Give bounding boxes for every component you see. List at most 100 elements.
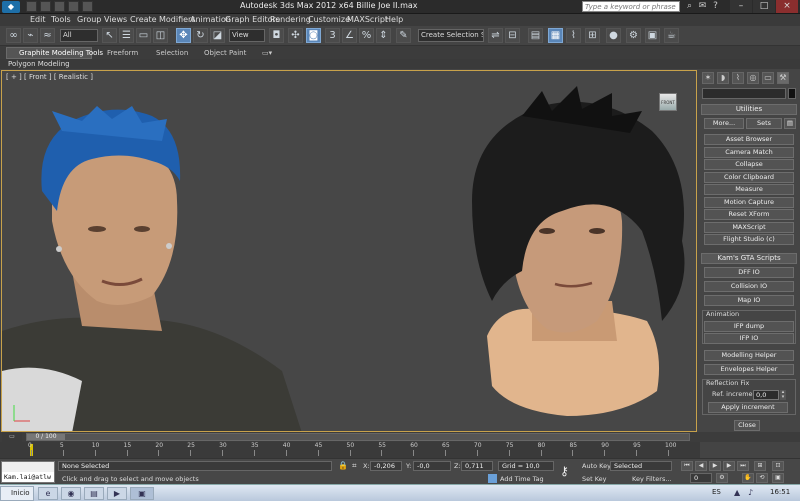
motion-capture-button[interactable]: Motion Capture (704, 197, 794, 208)
ifp-io-button[interactable]: IFP IO (704, 333, 794, 344)
maxscript-listener-mini[interactable]: Kam.lai@atlw (1, 461, 55, 483)
dff-io-button[interactable]: DFF IO (704, 267, 794, 278)
app-logo-icon[interactable]: ◆ (2, 1, 20, 13)
gta-scripts-rollout-header[interactable]: Kam's GTA Scripts (701, 253, 797, 264)
help-icon[interactable]: ? (710, 1, 721, 12)
ifp-dump-button[interactable]: IFP dump (704, 321, 794, 332)
previous-frame-icon[interactable]: ◀ (695, 461, 707, 471)
tab-selection[interactable]: Selection (156, 48, 188, 58)
maxscript-button[interactable]: MAXScript (704, 222, 794, 233)
percent-snap-icon[interactable]: % (359, 28, 374, 43)
map-io-button[interactable]: Map IO (704, 295, 794, 306)
asset-browser-button[interactable]: Asset Browser (704, 134, 794, 145)
select-and-move-icon[interactable]: ✥ (176, 28, 191, 43)
tab-object-paint[interactable]: Object Paint (204, 48, 246, 58)
time-slider[interactable]: 0 / 100 (26, 433, 690, 441)
viewcube[interactable]: FRONT (659, 93, 677, 111)
select-and-rotate-icon[interactable]: ↻ (193, 28, 208, 43)
select-manipulate-icon[interactable]: ✣ (288, 28, 303, 43)
menu-views[interactable]: Views (104, 14, 127, 26)
schematic-view-icon[interactable]: ⊞ (585, 28, 600, 43)
spinner-arrows-icon[interactable]: ▴ ▾ (780, 390, 786, 400)
close-rollout-button[interactable]: Close (734, 420, 760, 431)
ribbon-options-icon[interactable]: ▭▾ (262, 48, 272, 58)
time-tag-icon[interactable] (488, 474, 497, 483)
flight-studio-button[interactable]: Flight Studio (c) (704, 234, 794, 245)
collapse-button[interactable]: Collapse (704, 159, 794, 170)
utilities-tab-icon[interactable]: ⚒ (777, 72, 789, 84)
close-window-button[interactable]: × (776, 0, 798, 13)
modelling-helper-button[interactable]: Modelling Helper (704, 350, 794, 361)
save-file-icon[interactable] (54, 1, 65, 12)
render-setup-icon[interactable]: ⚙ (626, 28, 641, 43)
panel-polygon-modeling[interactable]: Polygon Modeling (8, 59, 70, 69)
menu-customize[interactable]: Customize (308, 14, 350, 26)
mini-curve-editor-icon[interactable]: ▭ (2, 432, 22, 442)
new-file-icon[interactable] (26, 1, 37, 12)
auto-key-button[interactable]: Auto Key (582, 462, 611, 470)
object-name-field[interactable] (702, 88, 786, 99)
measure-button[interactable]: Measure (704, 184, 794, 195)
media-player-icon[interactable]: ▶ (107, 487, 127, 500)
language-indicator[interactable]: ES (712, 488, 721, 496)
curve-editor-icon[interactable]: ⌇ (566, 28, 581, 43)
search-icon[interactable]: ⌕ (684, 1, 695, 12)
layer-manager-icon[interactable]: ▤ (528, 28, 543, 43)
apply-increment-button[interactable]: Apply increment (708, 402, 788, 413)
explorer-icon[interactable]: ▤ (84, 487, 104, 500)
menu-edit[interactable]: Edit (30, 14, 46, 26)
track-bar[interactable]: 0 5 10 15 20 25 30 35 40 45 50 55 60 65 70 75 80 85 90 95 10… (0, 442, 700, 458)
modify-tab-icon[interactable]: ◗ (717, 72, 729, 84)
more-button[interactable]: More... (704, 118, 744, 129)
create-tab-icon[interactable]: ✶ (702, 72, 714, 84)
tab-graphite-modeling-tools[interactable]: Graphite Modeling Tools (6, 47, 103, 59)
time-slider-thumb[interactable]: 0 / 100 (27, 434, 65, 440)
object-color-swatch[interactable] (788, 88, 796, 99)
display-tab-icon[interactable]: ▭ (762, 72, 774, 84)
ie-icon[interactable]: e (38, 487, 58, 500)
key-mode-dropdown[interactable]: Selected (610, 461, 672, 471)
lock-selection-icon[interactable]: 🔒 (338, 461, 348, 471)
reference-coordinate-dropdown[interactable]: View (229, 29, 265, 42)
chrome-icon[interactable]: ◉ (61, 487, 81, 500)
motion-tab-icon[interactable]: ◎ (747, 72, 759, 84)
time-config-icon[interactable]: ⚙ (716, 473, 728, 483)
configure-sets-icon[interactable]: ▤ (784, 118, 796, 129)
z-coordinate-field[interactable]: 0,711 (461, 461, 493, 471)
rectangular-selection-icon[interactable]: ▭ (136, 28, 151, 43)
spinner-snap-icon[interactable]: ⇕ (376, 28, 391, 43)
menu-tools[interactable]: Tools (51, 14, 71, 26)
undo-icon[interactable] (68, 1, 79, 12)
front-viewport[interactable]: [ + ] [ Front ] [ Realistic ] FRONT (1, 70, 697, 432)
zoom-extents-icon[interactable]: ⊞ (754, 461, 766, 471)
tab-freeform[interactable]: Freeform (107, 48, 138, 58)
material-editor-icon[interactable]: ● (606, 28, 621, 43)
named-selection-dropdown[interactable]: Create Selection Se (418, 29, 484, 42)
menu-maxscript[interactable]: MAXScript (347, 14, 388, 26)
unlink-icon[interactable]: ⌁ (23, 28, 38, 43)
maximize-button[interactable]: □ (753, 0, 775, 13)
add-time-tag-button[interactable]: Add Time Tag (500, 475, 544, 483)
tray-volume-icon[interactable]: ♪ (748, 488, 753, 497)
x-coordinate-field[interactable]: -0,206 (370, 461, 402, 471)
menu-rendering[interactable]: Rendering (270, 14, 311, 26)
collision-io-button[interactable]: Collision IO (704, 281, 794, 292)
redo-icon[interactable] (82, 1, 93, 12)
clock[interactable]: 16:51 (770, 488, 790, 496)
envelopes-helper-button[interactable]: Envelopes Helper (704, 364, 794, 375)
angle-snap-icon[interactable]: ∠ (342, 28, 357, 43)
camera-match-button[interactable]: Camera Match (704, 147, 794, 158)
menu-create[interactable]: Create (130, 14, 157, 26)
reset-xform-button[interactable]: Reset XForm (704, 209, 794, 220)
open-file-icon[interactable] (40, 1, 51, 12)
select-and-scale-icon[interactable]: ◪ (210, 28, 225, 43)
link-icon[interactable]: ∞ (6, 28, 21, 43)
align-icon[interactable]: ⊟ (505, 28, 520, 43)
tray-network-icon[interactable]: ▲ (734, 488, 740, 497)
absolute-mode-icon[interactable]: ⌗ (352, 461, 362, 471)
next-frame-icon[interactable]: ▶ (723, 461, 735, 471)
minimize-button[interactable]: – (730, 0, 752, 13)
set-key-key-icon[interactable]: ⚷ (560, 463, 576, 479)
ref-increment-input[interactable]: 0,0 (753, 390, 779, 400)
mirror-icon[interactable]: ⇌ (488, 28, 503, 43)
